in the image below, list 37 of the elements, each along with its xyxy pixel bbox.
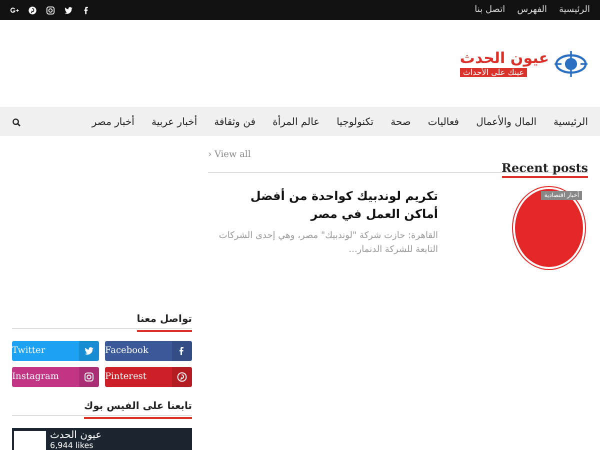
nav-item[interactable]: تكنولوجيا [336, 116, 374, 128]
top-link[interactable]: الفهرس [517, 5, 547, 15]
search-icon[interactable] [12, 118, 21, 126]
top-link[interactable]: اتصل بنا [474, 5, 506, 15]
nav-item[interactable]: المال والأعمال [476, 116, 537, 128]
nav-item[interactable]: فن وثقافة [214, 116, 256, 128]
logo-tagline: عينك على الأحداث [460, 68, 528, 78]
view-all-link[interactable]: › View all [208, 150, 251, 160]
top-link[interactable]: الرئيسية [559, 5, 590, 15]
facebook-icon [172, 341, 192, 361]
bird-icon [79, 341, 99, 361]
likes-count: 6,944 likes [50, 442, 94, 450]
page-logo-placeholder [14, 431, 46, 450]
widget-title: تواصل معنا [136, 314, 192, 332]
nav-item[interactable]: عالم المرأة [272, 116, 320, 128]
post-title[interactable]: تكريم لوندبيك كواحدة من أفضل أماكن العمل في مصر [213, 187, 438, 223]
social-button[interactable]: Facebook [105, 341, 192, 361]
nav-item[interactable]: أخبار عربية [151, 116, 198, 128]
nav-item[interactable]: صحة [390, 116, 411, 128]
google-plus-icon[interactable] [10, 6, 19, 14]
section-title: Recent posts [502, 161, 588, 178]
eye-logo-icon [552, 48, 590, 78]
widget-title: تابعنا على الفيس بوك [84, 401, 192, 419]
nav-item[interactable]: أخبار مصر [92, 116, 134, 128]
facebook-icon[interactable] [82, 6, 91, 14]
nav-item[interactable]: الرئيسية [554, 116, 588, 128]
post-excerpt: القاهرة: حازت شركة "لوندبيك" مصر، وهي إحدى الشركات التابعة للشركة الدنمار... [218, 230, 438, 258]
pin-icon[interactable] [28, 6, 37, 14]
camera-icon [79, 367, 99, 387]
camera-icon[interactable] [46, 6, 55, 14]
logo-name: عيون الحدث [460, 50, 549, 66]
social-button[interactable]: Instagram [12, 367, 99, 387]
social-button[interactable]: Pinterest [105, 367, 192, 387]
pin-icon [172, 367, 192, 387]
bird-icon[interactable] [64, 6, 73, 14]
page-name: عيون الحدث [50, 431, 102, 441]
nav-item[interactable]: فعاليات [428, 116, 460, 128]
